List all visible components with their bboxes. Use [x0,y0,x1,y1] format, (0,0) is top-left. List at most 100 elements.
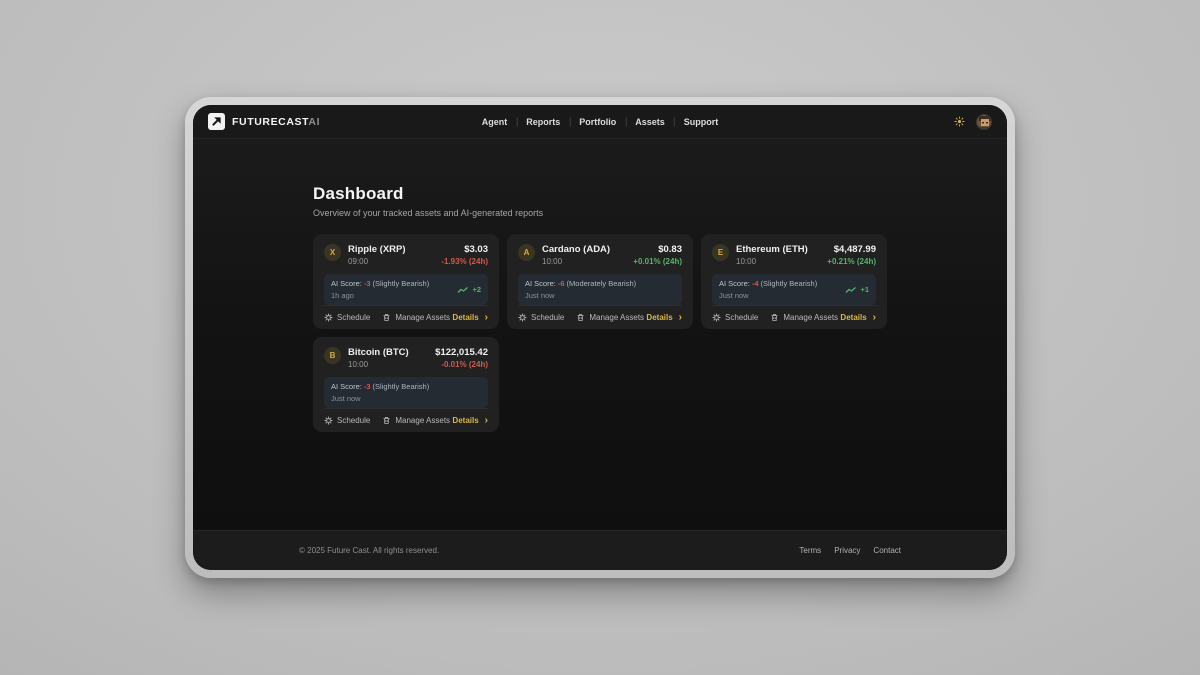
footer-links: Terms Privacy Contact [799,546,901,555]
page-footer: © 2025 Future Cast. All rights reserved.… [193,530,1007,570]
asset-name: Ripple (XRP) [348,244,406,255]
ai-score-value: -3 [364,382,371,391]
ai-score-label: AI Score: [719,279,750,288]
manage-assets-button[interactable]: Manage Assets [382,416,450,425]
card-header: X Ripple (XRP) 09:00 $3.03 -1.93% (24h) [324,244,488,266]
main-nav: Agent Reports Portfolio Assets Support [473,117,728,127]
asset-time: 09:00 [348,257,406,266]
main-content: Dashboard Overview of your tracked asset… [193,139,1007,530]
app-window: FUTURECASTAI Agent Reports Portfolio Ass… [185,97,1015,578]
asset-time: 10:00 [542,257,610,266]
details-button[interactable]: Details › [646,313,682,323]
trend-value: +1 [860,285,869,294]
nav-item-agent[interactable]: Agent [473,117,517,127]
sparkline-up-icon: +1 [845,285,869,294]
arrow-logo-icon [208,113,225,130]
ai-sentiment: (Moderately Bearish) [567,279,637,288]
trash-icon [382,416,391,425]
nav-item-support[interactable]: Support [675,117,728,127]
asset-card: E Ethereum (ETH) 10:00 $4,487.99 +0.21% … [701,234,887,329]
asset-card: X Ripple (XRP) 09:00 $3.03 -1.93% (24h) … [313,234,499,329]
footer-link-privacy[interactable]: Privacy [834,546,860,555]
chevron-right-icon: › [485,313,488,323]
schedule-button[interactable]: Schedule [324,416,370,425]
asset-card: B Bitcoin (BTC) 10:00 $122,015.42 -0.01%… [313,337,499,432]
gear-icon [324,416,333,425]
asset-time: 10:00 [736,257,808,266]
nav-item-reports[interactable]: Reports [517,117,569,127]
nav-item-portfolio[interactable]: Portfolio [570,117,625,127]
asset-letter-icon: B [324,347,341,364]
trash-icon [382,313,391,322]
ai-score-value: -6 [558,279,565,288]
asset-price: $3.03 [441,244,488,255]
chevron-right-icon: › [485,416,488,426]
ai-updated-ago: 1h ago [331,291,429,300]
schedule-button[interactable]: Schedule [712,313,758,322]
ai-score-label: AI Score: [331,382,362,391]
asset-card: A Cardano (ADA) 10:00 $0.83 +0.01% (24h)… [507,234,693,329]
asset-price: $4,487.99 [827,244,876,255]
user-avatar[interactable] [976,114,992,130]
asset-letter-icon: X [324,244,341,261]
ai-sentiment: (Slightly Bearish) [761,279,818,288]
card-actions: Schedule Manage Assets Details › [712,305,876,329]
ai-updated-ago: Just now [525,291,636,300]
manage-assets-button[interactable]: Manage Assets [770,313,838,322]
brand-name: FUTURECASTAI [232,116,320,128]
asset-name: Cardano (ADA) [542,244,610,255]
manage-assets-button[interactable]: Manage Assets [382,313,450,322]
brand-logo[interactable]: FUTURECASTAI [208,113,320,130]
details-button[interactable]: Details › [452,416,488,426]
copyright-text: © 2025 Future Cast. All rights reserved. [299,546,439,555]
ai-updated-ago: Just now [719,291,817,300]
card-actions: Schedule Manage Assets Details › [324,408,488,432]
sparkline-up-icon: +2 [457,285,481,294]
asset-name: Bitcoin (BTC) [348,347,409,358]
card-actions: Schedule Manage Assets Details › [324,305,488,329]
gear-icon [518,313,527,322]
footer-link-contact[interactable]: Contact [873,546,901,555]
top-navigation-bar: FUTURECASTAI Agent Reports Portfolio Ass… [193,105,1007,139]
ai-score-panel: AI Score:-6(Moderately Bearish) Just now [518,274,682,305]
asset-name: Ethereum (ETH) [736,244,808,255]
asset-price: $122,015.42 [435,347,488,358]
ai-sentiment: (Slightly Bearish) [373,382,430,391]
ai-score-label: AI Score: [525,279,556,288]
details-button[interactable]: Details › [452,313,488,323]
schedule-button[interactable]: Schedule [324,313,370,322]
card-actions: Schedule Manage Assets Details › [518,305,682,329]
trend-value: +2 [472,285,481,294]
nav-item-assets[interactable]: Assets [626,117,674,127]
asset-change: +0.21% (24h) [827,257,876,266]
sun-icon[interactable] [954,116,965,127]
asset-change: -0.01% (24h) [435,360,488,369]
chevron-right-icon: › [679,313,682,323]
chevron-right-icon: › [873,313,876,323]
details-button[interactable]: Details › [840,313,876,323]
ai-score-panel: AI Score:-3(Slightly Bearish) 1h ago +2 [324,274,488,305]
asset-letter-icon: E [712,244,729,261]
card-header: B Bitcoin (BTC) 10:00 $122,015.42 -0.01%… [324,347,488,369]
asset-change: -1.93% (24h) [441,257,488,266]
ai-score-value: -3 [364,279,371,288]
trash-icon [770,313,779,322]
trash-icon [576,313,585,322]
asset-letter-icon: A [518,244,535,261]
schedule-button[interactable]: Schedule [518,313,564,322]
gear-icon [324,313,333,322]
ai-updated-ago: Just now [331,394,429,403]
page-title: Dashboard [313,184,1007,204]
ai-score-label: AI Score: [331,279,362,288]
asset-price: $0.83 [633,244,682,255]
footer-link-terms[interactable]: Terms [799,546,821,555]
card-header: A Cardano (ADA) 10:00 $0.83 +0.01% (24h) [518,244,682,266]
screen: FUTURECASTAI Agent Reports Portfolio Ass… [193,105,1007,570]
page-subtitle: Overview of your tracked assets and AI-g… [313,208,1007,218]
asset-card-grid: X Ripple (XRP) 09:00 $3.03 -1.93% (24h) … [313,234,1007,432]
manage-assets-button[interactable]: Manage Assets [576,313,644,322]
ai-score-panel: AI Score:-4(Slightly Bearish) Just now +… [712,274,876,305]
asset-time: 10:00 [348,360,409,369]
ai-score-value: -4 [752,279,759,288]
ai-score-panel: AI Score:-3(Slightly Bearish) Just now [324,377,488,408]
